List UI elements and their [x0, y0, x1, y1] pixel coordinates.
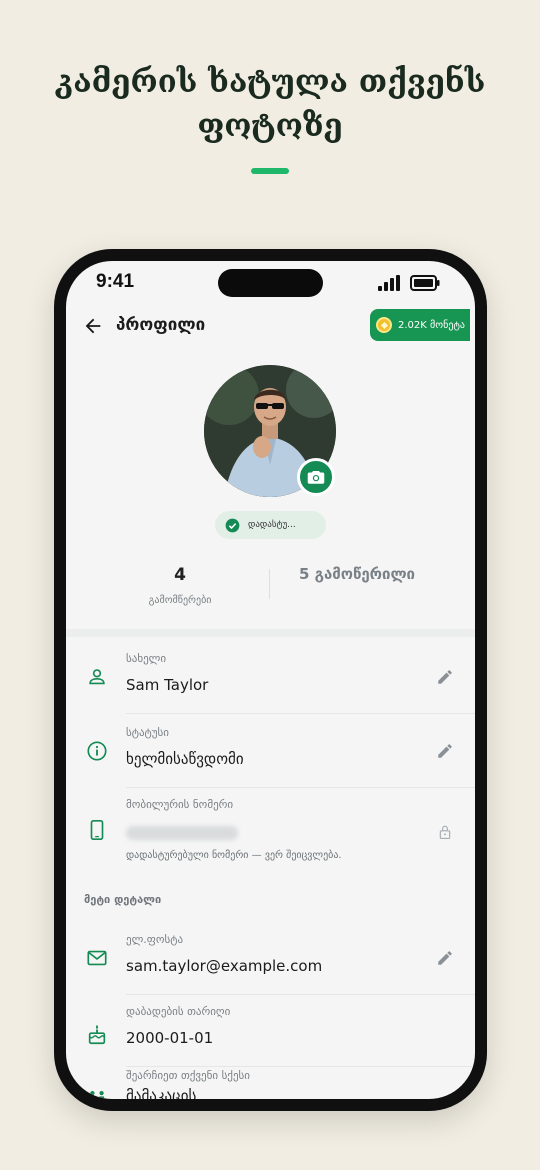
status-bar: 9:41: [66, 261, 475, 307]
cake-icon: [88, 1024, 106, 1045]
phone-number-redacted: [126, 826, 238, 840]
mail-icon: [87, 950, 107, 966]
info-icon: [87, 741, 107, 761]
phone-frame: 9:41 პროფილი 2.02K მონეტა დადასტუ... 4 გ…: [54, 249, 487, 1111]
phone-label: მობილურის ნომერი: [126, 798, 234, 811]
check-circle-icon: [225, 518, 240, 532]
app-bar: პროფილი 2.02K მონეტა: [66, 307, 475, 347]
change-photo-button[interactable]: [297, 458, 335, 496]
status-label: სტატუსი: [126, 726, 169, 739]
gender-value: მამაკაცის: [126, 1087, 197, 1099]
page-title: პროფილი: [116, 315, 206, 335]
coins-amount: 2.02K მონეტა: [398, 319, 466, 331]
section-separator: [66, 629, 475, 637]
phone-screen: 9:41 პროფილი 2.02K მონეტა დადასტუ... 4 გ…: [66, 261, 475, 1099]
followers-count: 4: [174, 565, 186, 585]
headline-line-2: ფოტოზე: [197, 108, 343, 144]
phone-note: დადასტურებული ნომერი — ვერ შეიცვლება.: [126, 850, 342, 861]
birthday-value: 2000-01-01: [126, 1029, 214, 1047]
birthday-field[interactable]: დაბადების თარიღი 2000-01-01: [66, 995, 475, 1067]
person-icon: [89, 669, 105, 685]
edit-pencil-icon[interactable]: [436, 668, 454, 686]
gender-label: შეარჩიეთ თქვენი სქესი: [126, 1069, 250, 1082]
coin-icon: [376, 317, 392, 333]
headline-line-1: კამერის ხატულა თქვენს: [54, 64, 486, 100]
name-field[interactable]: სახელი Sam Taylor: [66, 642, 475, 714]
field-divider: [126, 713, 475, 714]
verified-label: დადასტუ...: [248, 520, 296, 530]
more-details-title: მეტი დეტალი: [84, 893, 162, 906]
follow-stats: 4 გამომწერები 5 გამოწერილი: [66, 557, 475, 627]
email-value: sam.taylor@example.com: [126, 957, 323, 975]
name-value: Sam Taylor: [126, 676, 209, 694]
battery-icon: [410, 275, 440, 291]
status-value: ხელმისაწვდომი: [126, 750, 244, 768]
back-arrow-icon[interactable]: [82, 315, 104, 337]
mobile-phone-icon: [90, 820, 104, 840]
edit-pencil-icon[interactable]: [436, 742, 454, 760]
phone-field: მობილურის ნომერი დადასტურებული ნომერი — …: [66, 788, 475, 880]
stats-divider: [269, 569, 270, 599]
signal-icon: [378, 275, 400, 291]
status-time: 9:41: [96, 271, 135, 292]
following-stat[interactable]: 5 გამოწერილი: [282, 565, 432, 583]
verified-badge[interactable]: დადასტუ...: [215, 511, 326, 539]
gender-field[interactable]: შეარჩიეთ თქვენი სქესი მამაკაცის: [66, 1067, 475, 1099]
coins-badge[interactable]: 2.02K მონეტა: [370, 309, 470, 341]
name-label: სახელი: [126, 652, 167, 665]
status-field[interactable]: სტატუსი ხელმისაწვდომი: [66, 716, 475, 788]
lock-icon: [439, 825, 451, 839]
email-field[interactable]: ელ.ფოსტა sam.taylor@example.com: [66, 923, 475, 995]
camera-icon: [307, 471, 325, 484]
gender-icon: [90, 1091, 105, 1099]
email-label: ელ.ფოსტა: [126, 933, 184, 946]
edit-pencil-icon[interactable]: [436, 949, 454, 967]
headline-accent-bar: [251, 168, 289, 174]
followers-label: გამომწერები: [148, 595, 212, 606]
headline: კამერის ხატულა თქვენს ფოტოზე: [0, 60, 540, 148]
birthday-label: დაბადების თარიღი: [126, 1005, 231, 1018]
dynamic-island: [218, 269, 323, 297]
